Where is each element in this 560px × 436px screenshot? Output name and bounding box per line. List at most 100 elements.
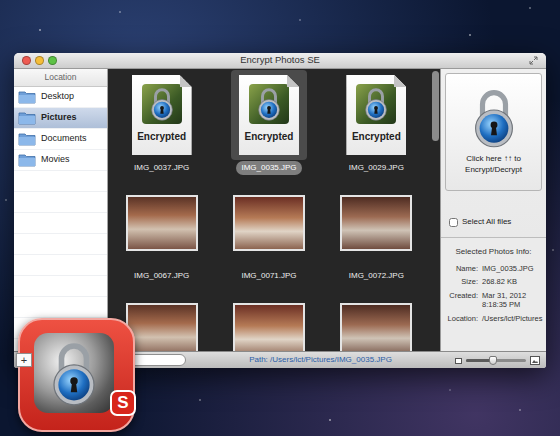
- photo-thumb-frame[interactable]: [124, 286, 200, 351]
- info-key: Name:: [444, 264, 478, 273]
- encrypted-badge: Encrypted: [352, 129, 401, 144]
- photo-thumb-frame[interactable]: [338, 286, 414, 351]
- small-image-icon: [455, 358, 462, 364]
- photo-info: Selected Photos Info: Name: IMG_0035.JPG Si…: [441, 237, 546, 351]
- photo-item[interactable]: IMG_0071.JPG: [215, 178, 322, 286]
- photo-item[interactable]: [323, 286, 430, 351]
- sidebar-item[interactable]: Pictures: [14, 108, 107, 129]
- info-value: Mar 31, 20128:18:35 PM: [482, 291, 543, 310]
- scrollbar[interactable]: [432, 71, 439, 141]
- photo-item[interactable]: Encrypted IMG_0035.JPG: [215, 70, 322, 178]
- lock-icon: [363, 87, 389, 121]
- window-controls: [14, 56, 74, 65]
- sidebar-empty-row: [14, 276, 107, 297]
- minimize-button[interactable]: [35, 56, 44, 65]
- photo-label: IMG_0071.JPG: [236, 269, 301, 283]
- info-value: 268.82 KB: [482, 277, 543, 286]
- info-value-line: /Users/lct/Pictures: [482, 314, 543, 323]
- photo-item[interactable]: IMG_0067.JPG: [108, 178, 215, 286]
- fullscreen-icon: [529, 56, 538, 65]
- photo-grid: Encrypted IMG_0037.JPG Encrypted IMG_0035.J…: [108, 69, 430, 351]
- app-icon-photo: [34, 333, 114, 413]
- select-all-label: Select All files: [462, 216, 511, 228]
- encrypted-file-icon: Encrypted: [132, 75, 192, 155]
- photo-label: IMG_0035.JPG: [236, 161, 301, 175]
- sidebar-item[interactable]: Desktop: [14, 87, 107, 108]
- photo-thumb-frame[interactable]: [231, 286, 307, 351]
- sidebar-label: Documents: [41, 132, 87, 146]
- add-button[interactable]: +: [16, 353, 32, 367]
- main-area: Location Desktop Pictures Documents Movies En…: [14, 69, 546, 351]
- zoom-track[interactable]: [466, 359, 526, 362]
- app-icon[interactable]: S: [18, 318, 135, 432]
- sidebar-empty-row: [14, 297, 107, 318]
- encrypted-art-icon: [142, 84, 182, 124]
- sidebar: Location Desktop Pictures Documents Movies: [14, 69, 108, 351]
- sidebar-empty-row: [14, 192, 107, 213]
- info-value-line: Mar 31, 2012: [482, 291, 543, 300]
- close-button[interactable]: [22, 56, 31, 65]
- title-bar: Encrypt Photos SE: [14, 53, 546, 69]
- photo-thumbnail: [340, 303, 412, 351]
- info-value-line: 8:18:35 PM: [482, 300, 543, 309]
- app-badge: S: [110, 390, 136, 416]
- select-all[interactable]: Select All files: [449, 215, 546, 229]
- large-image-icon: [530, 356, 540, 365]
- info-value: /Users/lct/Pictures: [482, 314, 543, 323]
- encrypted-art-icon: [356, 84, 396, 124]
- photo-thumb-frame[interactable]: [124, 178, 200, 268]
- window-title: Encrypt Photos SE: [74, 53, 486, 67]
- info-value-line: IMG_0035.JPG: [482, 264, 543, 273]
- sidebar-item[interactable]: Documents: [14, 129, 107, 150]
- photo-browser: Encrypted IMG_0037.JPG Encrypted IMG_0035.J…: [108, 69, 440, 351]
- lock-icon: [149, 87, 175, 121]
- encrypted-file-icon: Encrypted: [346, 75, 406, 155]
- photo-label: IMG_0067.JPG: [129, 269, 194, 283]
- zoom-fill: [466, 359, 493, 362]
- sidebar-empty-row: [14, 234, 107, 255]
- photo-item[interactable]: EncryptedIMG_0029.JPG: [323, 70, 430, 178]
- photo-thumbnail: [126, 303, 198, 351]
- photo-item[interactable]: Encrypted IMG_0037.JPG: [108, 70, 215, 178]
- folder-icon: [18, 132, 36, 146]
- photo-thumb-frame[interactable]: Encrypted: [231, 70, 307, 160]
- encrypted-art-icon: [249, 84, 289, 124]
- info-value: IMG_0035.JPG: [482, 264, 543, 273]
- sidebar-label: Movies: [41, 153, 70, 167]
- sidebar-label: Desktop: [41, 90, 74, 104]
- zoom-slider[interactable]: [455, 348, 540, 368]
- photo-thumb-frame[interactable]: [338, 178, 414, 268]
- zoom-knob[interactable]: [489, 356, 497, 365]
- photo-thumbnail: [340, 195, 412, 251]
- sidebar-header: Location: [14, 69, 107, 87]
- sidebar-label: Pictures: [41, 111, 77, 125]
- photo-item[interactable]: [215, 286, 322, 351]
- info-value-line: 268.82 KB: [482, 277, 543, 286]
- encrypted-badge: Encrypted: [137, 129, 186, 144]
- info-key: Size:: [444, 277, 478, 286]
- info-key: Created:: [444, 291, 478, 310]
- select-all-checkbox[interactable]: [449, 218, 458, 227]
- folder-icon: [18, 90, 36, 104]
- encrypt-button[interactable]: Click here ↑↑ to Encrypt/Decrypt: [445, 73, 542, 191]
- fullscreen-button[interactable]: [486, 56, 546, 65]
- sidebar-empty-row: [14, 171, 107, 192]
- path-label: Path: /Users/lct/Pictures/IMG_0035.JPG: [186, 354, 455, 366]
- sidebar-empty-row: [14, 213, 107, 234]
- photo-item[interactable]: IMG_0072.JPG: [323, 178, 430, 286]
- encrypted-badge: Encrypted: [245, 129, 294, 144]
- encrypted-file-icon: Encrypted: [239, 75, 299, 155]
- zoom-button[interactable]: [48, 56, 57, 65]
- photo-thumb-frame[interactable]: [231, 178, 307, 268]
- lock-icon: [471, 88, 517, 148]
- encrypt-label: Click here ↑↑ to Encrypt/Decrypt: [452, 154, 536, 176]
- photo-thumb-frame[interactable]: Encrypted: [124, 70, 200, 160]
- info-title: Selected Photos Info:: [444, 246, 543, 258]
- sidebar-item[interactable]: Movies: [14, 150, 107, 171]
- photo-thumbnail: [126, 195, 198, 251]
- info-fields: Name:IMG_0035.JPGSize:268.82 KBCreated:M…: [444, 264, 543, 323]
- photo-thumb-frame[interactable]: Encrypted: [338, 70, 414, 160]
- info-panel: Click here ↑↑ to Encrypt/Decrypt Select A…: [440, 69, 546, 351]
- lock-icon: [256, 87, 282, 121]
- photo-label: IMG_0037.JPG: [129, 161, 194, 175]
